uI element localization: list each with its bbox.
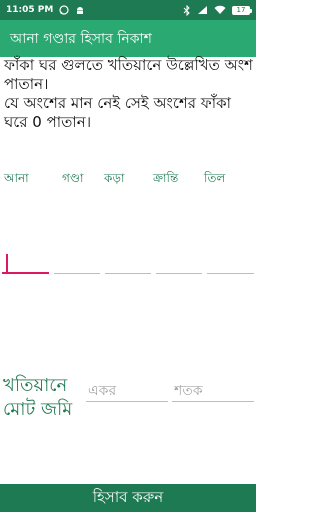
unit-label-til: তিল: [204, 171, 226, 185]
unit-labels: আনা গণ্ডা কড়া ক্রান্তি তিল: [0, 170, 256, 188]
shatak-input[interactable]: [172, 380, 254, 402]
bluetooth-icon: [183, 4, 191, 16]
status-time: 11:05 PM: [6, 5, 54, 15]
unit-label-kranti: ক্রান্তি: [153, 171, 179, 185]
unit-label-ana: আনা: [4, 171, 29, 185]
android-icon: [75, 5, 85, 15]
acre-input[interactable]: [86, 380, 168, 402]
status-bar: 11:05 PM 17: [0, 0, 256, 20]
battery-level: 17: [236, 6, 246, 14]
til-input[interactable]: [207, 252, 254, 274]
unit-label-kora: কড়া: [104, 171, 125, 185]
total-land-label: খতিয়ানে মোট জমি: [3, 375, 73, 420]
kora-input[interactable]: [105, 252, 151, 274]
kranti-input[interactable]: [156, 252, 202, 274]
ganda-input[interactable]: [54, 252, 100, 274]
share-inputs: [0, 252, 256, 282]
ana-field-wrapper: [2, 252, 49, 274]
whatsapp-icon: [59, 5, 69, 15]
signal-icon: [197, 5, 208, 15]
text-cursor: [6, 254, 8, 272]
ana-input[interactable]: [2, 252, 49, 274]
instructions: ফাঁকা ঘর গুলতে খতিয়ানে উল্লেখিত অংশ পাত…: [4, 56, 254, 132]
instruction-line-2: যে অংশের মান নেই সেই অংশের ফাঁকা ঘরে 0 প…: [4, 94, 231, 131]
calculate-button[interactable]: হিসাব করুন: [0, 484, 256, 512]
wifi-icon: [214, 5, 226, 15]
app-title: আনা গণ্ডার হিসাব নিকাশ: [10, 30, 152, 47]
instruction-line-1: ফাঁকা ঘর গুলতে খতিয়ানে উল্লেখিত অংশ পাত…: [4, 56, 253, 93]
unit-label-ganda: গণ্ডা: [62, 171, 84, 185]
battery-icon: 17: [232, 5, 252, 15]
app-bar: আনা গণ্ডার হিসাব নিকাশ: [0, 20, 256, 57]
